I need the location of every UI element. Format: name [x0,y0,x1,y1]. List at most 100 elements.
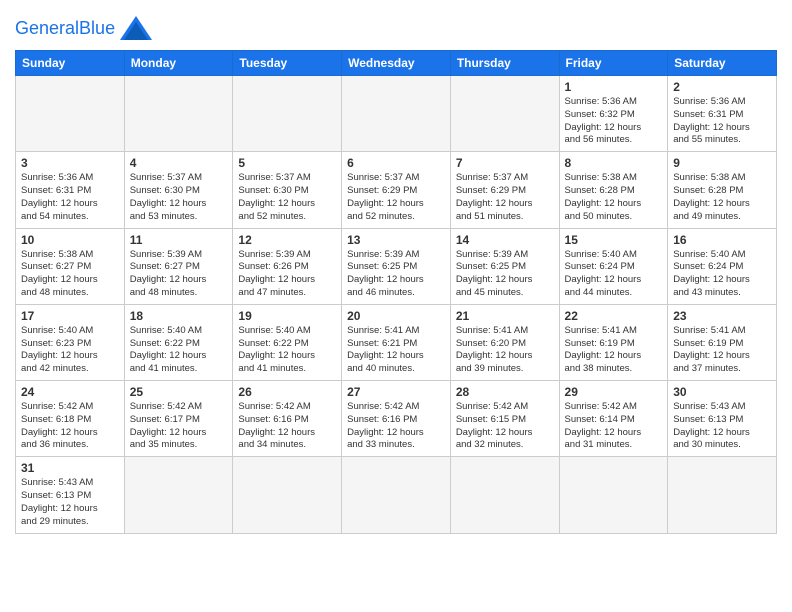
day-number: 20 [347,309,445,323]
calendar-week-row: 24Sunrise: 5:42 AM Sunset: 6:18 PM Dayli… [16,381,777,457]
calendar-cell: 20 Sunrise: 5:41 AM Sunset: 6:21 PM Dayli… [342,304,451,380]
day-number: 2 [673,80,771,94]
day-number: 23 [673,309,771,323]
day-number: 29 [565,385,663,399]
day-info: Sunrise: 5:43 AM Sunset: 6:13 PM Dayligh… [673,401,771,452]
calendar-cell: 31 Sunrise: 5:43 AM Sunset: 6:13 PM Dayli… [16,457,125,533]
day-number: 17 [21,309,119,323]
day-info: Sunrise: 5:39 AM Sunset: 6:25 PM Dayligh… [456,249,554,300]
day-number: 7 [456,156,554,170]
day-number: 5 [238,156,336,170]
calendar-week-row: 17 Sunrise: 5:40 AM Sunset: 6:23 PM Dayli… [16,304,777,380]
day-number: 16 [673,233,771,247]
calendar-cell [124,76,233,152]
logo-general: General [15,18,79,38]
calendar-cell: 25 Sunrise: 5:42 AM Sunset: 6:17 PM Dayli… [124,381,233,457]
header: GeneralBlue [15,10,777,42]
calendar-cell: 13 Sunrise: 5:39 AM Sunset: 6:25 PM Dayli… [342,228,451,304]
page: GeneralBlue SundayMondayTuesdayWednesday… [0,0,792,612]
day-info: Sunrise: 5:40 AM Sunset: 6:23 PM Dayligh… [21,325,119,376]
day-number: 6 [347,156,445,170]
calendar-cell: 23 Sunrise: 5:41 AM Sunset: 6:19 PM Dayli… [668,304,777,380]
calendar-cell [233,457,342,533]
calendar-cell [16,76,125,152]
calendar-cell: 22 Sunrise: 5:41 AM Sunset: 6:19 PM Dayli… [559,304,668,380]
calendar-cell: 30Sunrise: 5:43 AM Sunset: 6:13 PM Dayli… [668,381,777,457]
day-info: Sunrise: 5:38 AM Sunset: 6:28 PM Dayligh… [673,172,771,223]
calendar-cell [450,76,559,152]
day-info: Sunrise: 5:40 AM Sunset: 6:22 PM Dayligh… [130,325,228,376]
day-info: Sunrise: 5:38 AM Sunset: 6:27 PM Dayligh… [21,249,119,300]
day-info: Sunrise: 5:40 AM Sunset: 6:24 PM Dayligh… [565,249,663,300]
calendar-cell: 6 Sunrise: 5:37 AM Sunset: 6:29 PM Daylig… [342,152,451,228]
day-number: 14 [456,233,554,247]
day-info: Sunrise: 5:43 AM Sunset: 6:13 PM Dayligh… [21,477,119,528]
calendar-cell [124,457,233,533]
calendar-cell: 9 Sunrise: 5:38 AM Sunset: 6:28 PM Daylig… [668,152,777,228]
day-info: Sunrise: 5:41 AM Sunset: 6:20 PM Dayligh… [456,325,554,376]
day-info: Sunrise: 5:39 AM Sunset: 6:25 PM Dayligh… [347,249,445,300]
day-number: 9 [673,156,771,170]
day-info: Sunrise: 5:42 AM Sunset: 6:17 PM Dayligh… [130,401,228,452]
day-number: 28 [456,385,554,399]
calendar-cell: 2 Sunrise: 5:36 AM Sunset: 6:31 PM Daylig… [668,76,777,152]
day-info: Sunrise: 5:39 AM Sunset: 6:27 PM Dayligh… [130,249,228,300]
weekday-header-tuesday: Tuesday [233,51,342,76]
day-number: 11 [130,233,228,247]
calendar-cell: 28 Sunrise: 5:42 AM Sunset: 6:15 PM Dayli… [450,381,559,457]
day-info: Sunrise: 5:42 AM Sunset: 6:15 PM Dayligh… [456,401,554,452]
day-info: Sunrise: 5:41 AM Sunset: 6:21 PM Dayligh… [347,325,445,376]
calendar-cell: 1Sunrise: 5:36 AM Sunset: 6:32 PM Daylig… [559,76,668,152]
weekday-header-wednesday: Wednesday [342,51,451,76]
day-number: 13 [347,233,445,247]
day-info: Sunrise: 5:42 AM Sunset: 6:18 PM Dayligh… [21,401,119,452]
calendar-cell: 10 Sunrise: 5:38 AM Sunset: 6:27 PM Dayli… [16,228,125,304]
logo-blue: Blue [79,18,115,38]
day-info: Sunrise: 5:42 AM Sunset: 6:16 PM Dayligh… [347,401,445,452]
weekday-header-thursday: Thursday [450,51,559,76]
calendar-cell [233,76,342,152]
day-info: Sunrise: 5:41 AM Sunset: 6:19 PM Dayligh… [565,325,663,376]
day-info: Sunrise: 5:42 AM Sunset: 6:14 PM Dayligh… [565,401,663,452]
day-number: 31 [21,461,119,475]
weekday-header-monday: Monday [124,51,233,76]
calendar-cell: 29 Sunrise: 5:42 AM Sunset: 6:14 PM Dayli… [559,381,668,457]
calendar-cell: 19Sunrise: 5:40 AM Sunset: 6:22 PM Dayli… [233,304,342,380]
calendar-week-row: 1Sunrise: 5:36 AM Sunset: 6:32 PM Daylig… [16,76,777,152]
calendar-cell [559,457,668,533]
day-info: Sunrise: 5:37 AM Sunset: 6:29 PM Dayligh… [456,172,554,223]
weekday-header-sunday: Sunday [16,51,125,76]
day-number: 27 [347,385,445,399]
calendar-week-row: 31 Sunrise: 5:43 AM Sunset: 6:13 PM Dayli… [16,457,777,533]
calendar-week-row: 10 Sunrise: 5:38 AM Sunset: 6:27 PM Dayli… [16,228,777,304]
calendar-cell: 12Sunrise: 5:39 AM Sunset: 6:26 PM Dayli… [233,228,342,304]
logo-text: GeneralBlue [15,18,115,39]
day-info: Sunrise: 5:38 AM Sunset: 6:28 PM Dayligh… [565,172,663,223]
day-info: Sunrise: 5:36 AM Sunset: 6:31 PM Dayligh… [673,96,771,147]
day-number: 15 [565,233,663,247]
calendar-cell [342,76,451,152]
day-info: Sunrise: 5:36 AM Sunset: 6:31 PM Dayligh… [21,172,119,223]
day-info: Sunrise: 5:41 AM Sunset: 6:19 PM Dayligh… [673,325,771,376]
day-number: 25 [130,385,228,399]
day-number: 12 [238,233,336,247]
day-number: 18 [130,309,228,323]
day-number: 10 [21,233,119,247]
weekday-header-saturday: Saturday [668,51,777,76]
calendar-cell: 16Sunrise: 5:40 AM Sunset: 6:24 PM Dayli… [668,228,777,304]
calendar-cell: 17 Sunrise: 5:40 AM Sunset: 6:23 PM Dayli… [16,304,125,380]
calendar-cell: 27 Sunrise: 5:42 AM Sunset: 6:16 PM Dayli… [342,381,451,457]
logo-icon [118,14,154,42]
weekday-header-row: SundayMondayTuesdayWednesdayThursdayFrid… [16,51,777,76]
calendar-cell [342,457,451,533]
calendar-cell: 21 Sunrise: 5:41 AM Sunset: 6:20 PM Dayli… [450,304,559,380]
day-number: 3 [21,156,119,170]
calendar-cell: 3 Sunrise: 5:36 AM Sunset: 6:31 PM Daylig… [16,152,125,228]
calendar-cell: 15 Sunrise: 5:40 AM Sunset: 6:24 PM Dayli… [559,228,668,304]
day-number: 22 [565,309,663,323]
calendar-table: SundayMondayTuesdayWednesdayThursdayFrid… [15,50,777,534]
day-number: 21 [456,309,554,323]
calendar-cell: 4Sunrise: 5:37 AM Sunset: 6:30 PM Daylig… [124,152,233,228]
day-info: Sunrise: 5:37 AM Sunset: 6:29 PM Dayligh… [347,172,445,223]
day-info: Sunrise: 5:42 AM Sunset: 6:16 PM Dayligh… [238,401,336,452]
